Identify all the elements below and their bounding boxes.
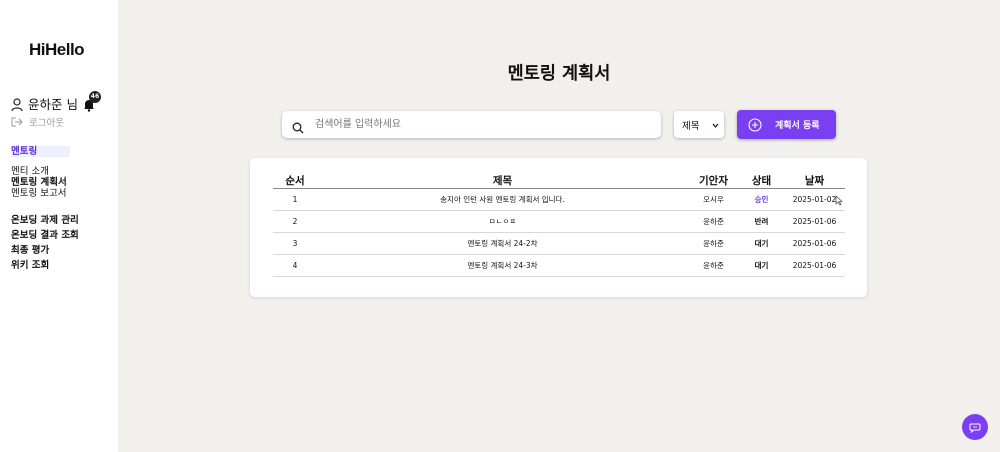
search-bar <box>282 111 661 138</box>
notification-bell-icon[interactable]: 46 <box>82 90 101 112</box>
user-icon <box>11 97 23 111</box>
cell-date: 2025-01-06 <box>784 254 845 277</box>
chat-icon <box>969 418 981 437</box>
cell-author: 윤하준 <box>688 210 739 233</box>
cell-status: 대기 <box>739 254 784 277</box>
cell-author: 윤하준 <box>688 232 739 255</box>
column-header-author: 기안자 <box>688 172 739 189</box>
sidebar-item-final-evaluation[interactable]: 최종 평가 <box>11 243 79 258</box>
register-plan-label: 계획서 등록 <box>775 121 820 131</box>
main-nav: 온보딩 과제 관리 온보딩 결과 조회 최종 평가 위키 조회 <box>11 213 79 273</box>
column-header-title: 제목 <box>317 172 688 189</box>
notification-count-badge: 46 <box>88 90 101 103</box>
cell-status: 대기 <box>739 232 784 255</box>
sidebar: HiHello 윤하준 님 46 로그아웃 멘토링 멘티 소개 멘토링 계획서 … <box>0 0 118 452</box>
cell-title[interactable]: 송지아 인턴 사원 멘토링 계획서 입니다. <box>317 188 688 211</box>
table-row[interactable]: 2 ㅁㄴㅇㅍ 윤하준 반려 2025-01-06 <box>273 210 845 233</box>
sidebar-section-mentoring[interactable]: 멘토링 <box>11 146 70 157</box>
search-icon <box>292 119 304 133</box>
table-header-row: 순서 제목 기안자 상태 날짜 <box>273 172 845 189</box>
cell-title[interactable]: 멘토링 계획서 24-2차 <box>317 232 688 255</box>
user-name: 윤하준 님 <box>28 97 78 112</box>
column-header-date: 날짜 <box>784 172 845 189</box>
app-logo[interactable]: HiHello <box>29 40 85 60</box>
user-profile: 윤하준 님 46 <box>11 90 101 113</box>
column-header-status: 상태 <box>739 172 784 189</box>
cell-title[interactable]: 멘토링 계획서 24-3차 <box>317 254 688 277</box>
plan-list-card: 순서 제목 기안자 상태 날짜 1 송지아 인턴 사원 멘토링 계획서 입니다.… <box>250 158 867 297</box>
cell-title[interactable]: ㅁㄴㅇㅍ <box>317 210 688 233</box>
table-row[interactable]: 3 멘토링 계획서 24-2차 윤하준 대기 2025-01-06 <box>273 232 845 255</box>
sidebar-item-mentee-intro[interactable]: 멘티 소개 <box>11 166 67 177</box>
cell-status: 반려 <box>739 210 784 233</box>
table-row[interactable]: 1 송지아 인턴 사원 멘토링 계획서 입니다. 오시우 승인 2025-01-… <box>273 188 845 211</box>
sidebar-item-mentoring-report[interactable]: 멘토링 보고서 <box>11 188 67 199</box>
search-filter-value: 제목 <box>682 120 700 132</box>
logout-icon <box>11 117 23 127</box>
column-header-no: 순서 <box>273 172 317 189</box>
cell-date: 2025-01-06 <box>784 210 845 233</box>
plus-circle-icon <box>748 117 762 132</box>
cell-no: 2 <box>273 210 317 233</box>
cell-status: 승인 <box>739 188 784 211</box>
sidebar-item-onboarding-results[interactable]: 온보딩 결과 조회 <box>11 228 79 243</box>
mouse-cursor-icon <box>835 191 844 206</box>
chat-button[interactable] <box>962 414 988 440</box>
cell-no: 3 <box>273 232 317 255</box>
search-input[interactable] <box>313 118 637 131</box>
search-filter-select[interactable]: 제목 <box>674 111 724 138</box>
page-title: 멘토링 계획서 <box>507 64 611 84</box>
chevron-down-icon <box>712 121 719 128</box>
mentoring-subnav: 멘티 소개 멘토링 계획서 멘토링 보고서 <box>11 166 67 199</box>
cell-author: 윤하준 <box>688 254 739 277</box>
sidebar-item-mentoring-plan[interactable]: 멘토링 계획서 <box>11 177 67 188</box>
cell-author: 오시우 <box>688 188 739 211</box>
sidebar-item-onboarding-tasks[interactable]: 온보딩 과제 관리 <box>11 213 79 228</box>
logout-button[interactable]: 로그아웃 <box>11 115 64 129</box>
cell-no: 1 <box>273 188 317 211</box>
sidebar-item-wiki[interactable]: 위키 조회 <box>11 258 79 273</box>
logout-label: 로그아웃 <box>29 118 64 129</box>
register-plan-button[interactable]: 계획서 등록 <box>737 110 836 139</box>
cell-date: 2025-01-06 <box>784 232 845 255</box>
cell-no: 4 <box>273 254 317 277</box>
table-row[interactable]: 4 멘토링 계획서 24-3차 윤하준 대기 2025-01-06 <box>273 254 845 277</box>
plan-table: 순서 제목 기안자 상태 날짜 1 송지아 인턴 사원 멘토링 계획서 입니다.… <box>273 172 845 277</box>
